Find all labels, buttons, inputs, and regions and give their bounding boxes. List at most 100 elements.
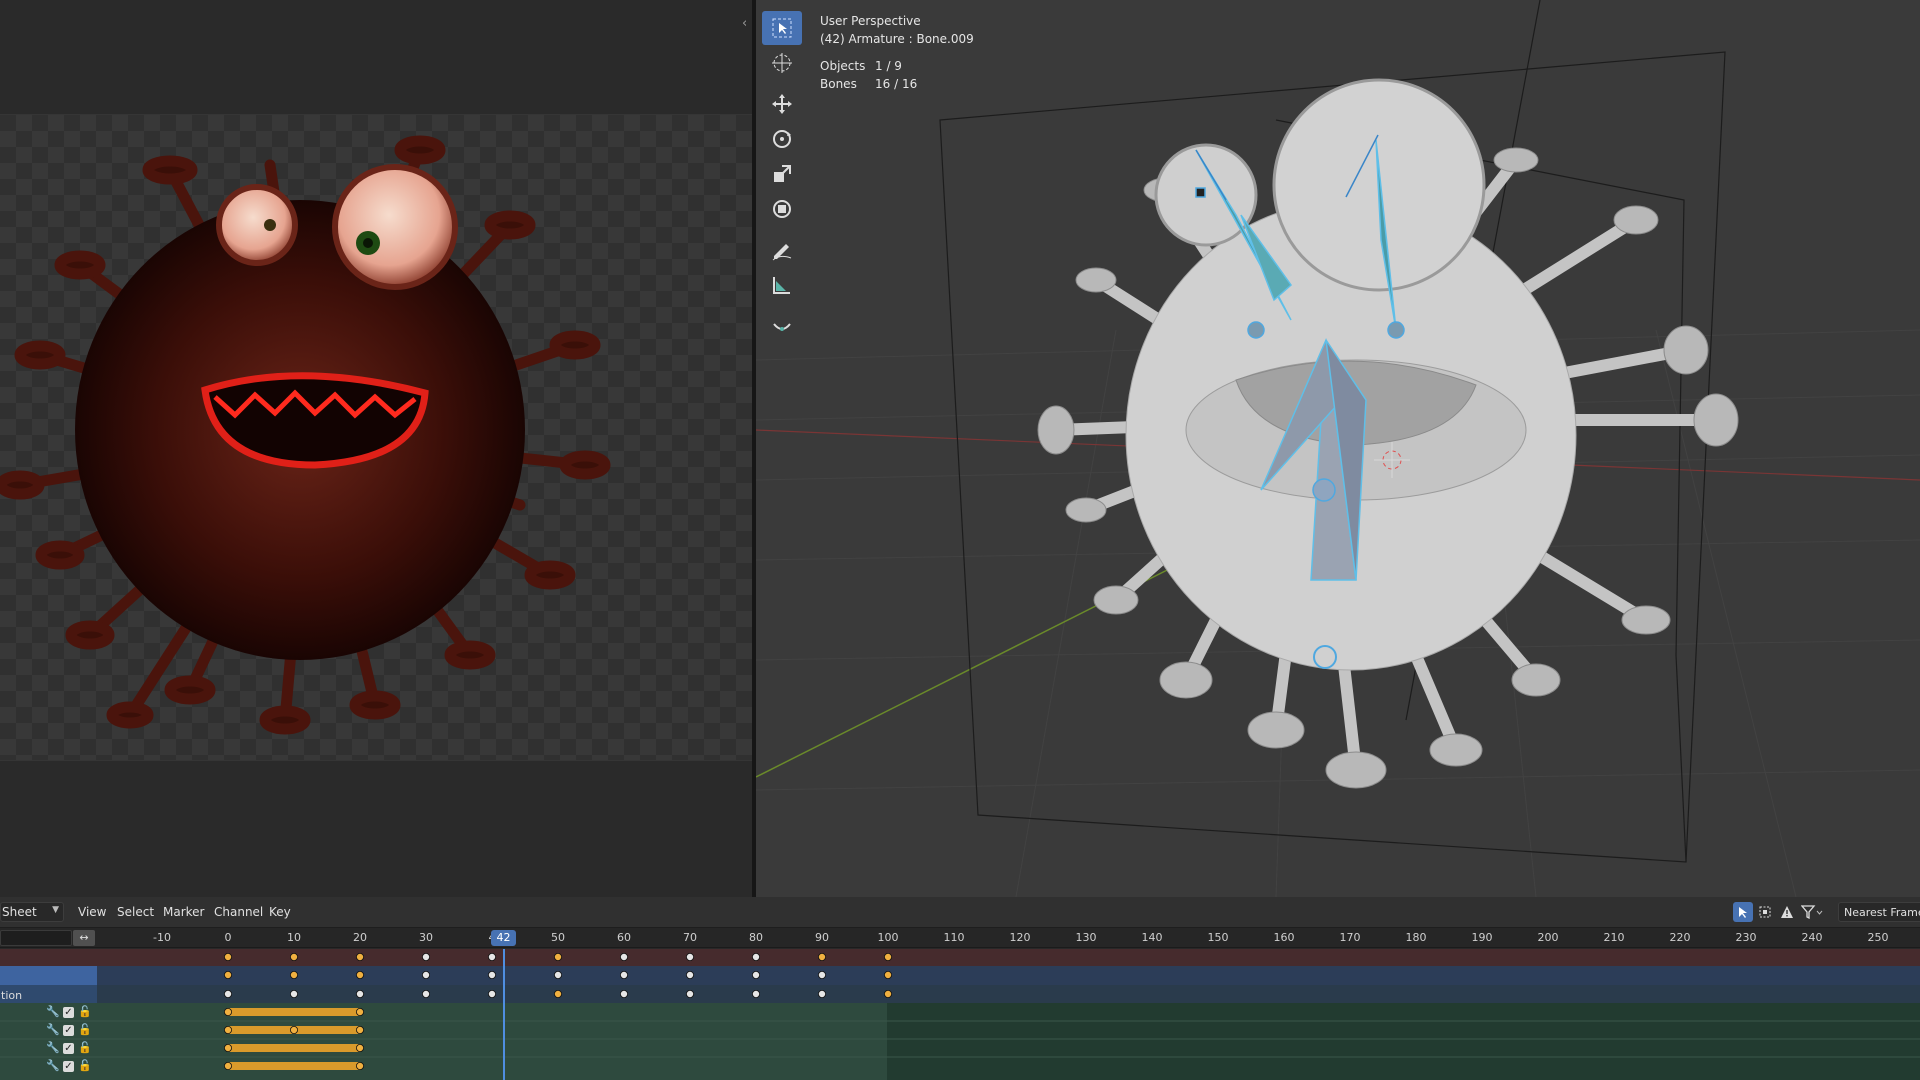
wrench-icon[interactable]: 🔧 <box>46 1041 60 1055</box>
rotate-icon[interactable] <box>762 122 802 156</box>
keyframe[interactable] <box>289 1026 298 1035</box>
channel-list: tion 🔧 ✓ 🔓 🔧 ✓ 🔓 🔧 ✓ 🔓 🔧 ✓ 🔓 <box>0 949 98 1080</box>
keyframe[interactable] <box>686 953 695 961</box>
ruler-tick-label: 150 <box>1207 931 1229 944</box>
keyframe[interactable] <box>554 990 563 999</box>
show-hidden-icon[interactable] <box>1755 902 1775 922</box>
select-box-icon[interactable] <box>762 11 802 45</box>
collapse-arrow-icon[interactable]: ‹ <box>742 16 747 31</box>
only-errors-icon[interactable] <box>1777 902 1797 922</box>
ruler-tick-label: 20 <box>353 931 367 944</box>
keyframe[interactable] <box>620 970 629 979</box>
keyframe[interactable] <box>355 1008 364 1017</box>
menu-channel[interactable]: Channel <box>214 905 263 919</box>
channel-row[interactable]: 🔧 ✓ 🔓 <box>0 1022 98 1040</box>
channel-row[interactable]: 🔧 ✓ 🔓 <box>0 1058 98 1076</box>
channel-row[interactable]: 🔧 ✓ 🔓 <box>0 1040 98 1058</box>
sync-icon[interactable]: ↔ <box>73 930 95 946</box>
keyframe[interactable] <box>487 970 496 979</box>
ruler-tick-label: -10 <box>153 931 171 944</box>
ruler-tick-label: 60 <box>617 931 631 944</box>
ruler-tick-label: 120 <box>1009 931 1031 944</box>
menu-select[interactable]: Select <box>117 905 154 919</box>
keyframe[interactable] <box>421 953 430 961</box>
keyframe[interactable] <box>355 953 364 961</box>
ruler-tick-label: 250 <box>1867 931 1889 944</box>
keyframe[interactable] <box>355 1026 364 1035</box>
channel-action-label[interactable]: tion <box>0 987 98 1005</box>
only-selected-icon[interactable] <box>1733 902 1753 922</box>
keyframe[interactable] <box>752 990 761 999</box>
keyframe[interactable] <box>355 1044 364 1053</box>
keyframe[interactable] <box>818 953 827 961</box>
menu-view[interactable]: View <box>78 905 106 919</box>
channel-row[interactable]: 🔧 ✓ 🔓 <box>0 1004 98 1022</box>
keyframe[interactable] <box>686 970 695 979</box>
keyframe[interactable] <box>554 970 563 979</box>
keyframe[interactable] <box>355 990 364 999</box>
snap-mode-dropdown[interactable]: Nearest Frame <box>1838 902 1920 922</box>
keyframe[interactable] <box>223 990 232 999</box>
keyframe[interactable] <box>223 953 232 961</box>
transform-icon[interactable] <box>762 192 802 226</box>
lock-icon[interactable]: 🔓 <box>78 1023 92 1037</box>
wrench-icon[interactable]: 🔧 <box>46 1023 60 1037</box>
lock-icon[interactable]: 🔓 <box>78 1041 92 1055</box>
keyframe[interactable] <box>355 970 364 979</box>
current-frame-indicator[interactable]: 42 <box>491 930 516 946</box>
checkbox-icon[interactable]: ✓ <box>63 1007 74 1018</box>
cursor-icon[interactable] <box>762 46 802 80</box>
filter-icon[interactable] <box>1799 902 1825 922</box>
mode-dropdown[interactable]: Sheet ▼ <box>0 902 64 922</box>
keyframe[interactable] <box>752 953 761 961</box>
roll-icon[interactable] <box>762 309 802 343</box>
scale-icon[interactable] <box>762 157 802 191</box>
dope-sheet-editor[interactable]: Sheet ▼ View Select Marker Channel Key Ne… <box>0 897 1920 1080</box>
keyframe[interactable] <box>487 990 496 999</box>
image-editor-header-band <box>0 0 752 115</box>
hold-bar <box>228 1062 360 1070</box>
keyframe[interactable] <box>818 970 827 979</box>
keyframe[interactable] <box>289 953 298 961</box>
lock-icon[interactable]: 🔓 <box>78 1059 92 1073</box>
keyframe[interactable] <box>223 1026 232 1035</box>
checkbox-icon[interactable]: ✓ <box>63 1025 74 1036</box>
keyframe[interactable] <box>223 1062 232 1071</box>
move-icon[interactable] <box>762 87 802 121</box>
measure-icon[interactable] <box>762 268 802 302</box>
ruler-tick-label: 70 <box>683 931 697 944</box>
keyframe[interactable] <box>421 990 430 999</box>
keyframe[interactable] <box>289 990 298 999</box>
keyframe[interactable] <box>487 953 496 961</box>
keyframe[interactable] <box>620 953 629 961</box>
keyframe[interactable] <box>620 990 629 999</box>
keyframe[interactable] <box>884 970 893 979</box>
keyframe-area[interactable] <box>0 949 1920 1080</box>
frame-ruler[interactable]: ↔ -1001020304506070809010011012013014015… <box>0 928 1920 948</box>
keyframe[interactable] <box>223 1008 232 1017</box>
menu-key[interactable]: Key <box>269 905 291 919</box>
annotate-icon[interactable] <box>762 233 802 267</box>
keyframe[interactable] <box>884 953 893 961</box>
wrench-icon[interactable]: 🔧 <box>46 1059 60 1073</box>
3d-viewport[interactable]: User Perspective (42) Armature : Bone.00… <box>756 0 1920 897</box>
lock-icon[interactable]: 🔓 <box>78 1005 92 1019</box>
image-editor-footer-band <box>0 760 752 897</box>
channel-search-input[interactable] <box>0 930 72 946</box>
image-editor[interactable]: ‹ <box>0 0 752 897</box>
keyframe[interactable] <box>752 970 761 979</box>
keyframe[interactable] <box>884 990 893 999</box>
wrench-icon[interactable]: 🔧 <box>46 1005 60 1019</box>
keyframe[interactable] <box>686 990 695 999</box>
hold-bar <box>228 1044 360 1052</box>
menu-marker[interactable]: Marker <box>163 905 204 919</box>
keyframe[interactable] <box>355 1062 364 1071</box>
keyframe[interactable] <box>554 953 563 961</box>
keyframe[interactable] <box>223 1044 232 1053</box>
checkbox-icon[interactable]: ✓ <box>63 1043 74 1054</box>
checkbox-icon[interactable]: ✓ <box>63 1061 74 1072</box>
keyframe[interactable] <box>223 970 232 979</box>
keyframe[interactable] <box>421 970 430 979</box>
keyframe[interactable] <box>289 970 298 979</box>
keyframe[interactable] <box>818 990 827 999</box>
